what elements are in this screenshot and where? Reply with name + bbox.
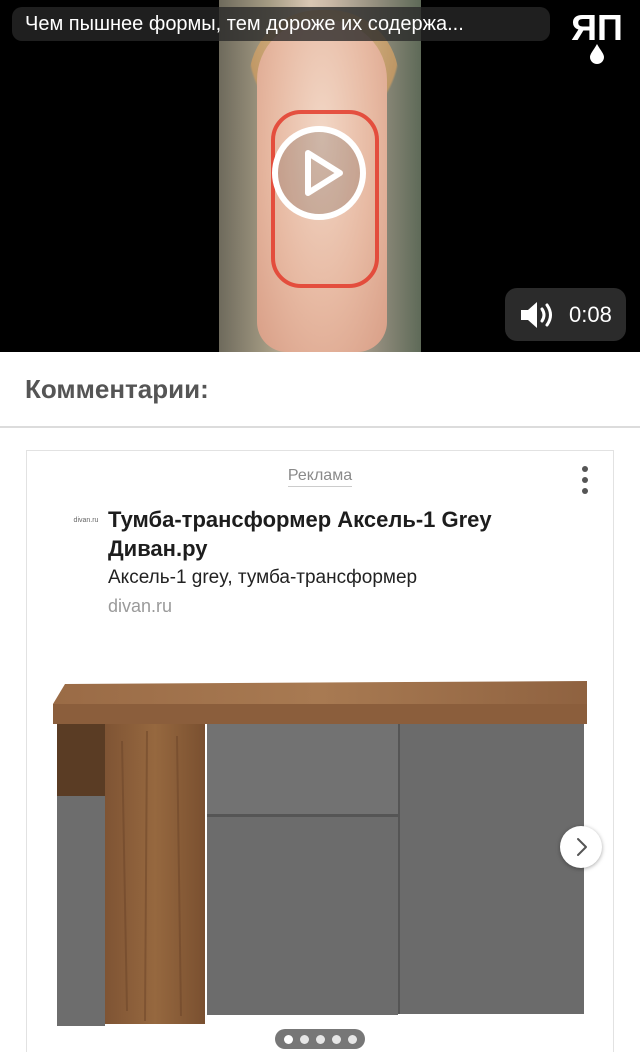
comments-section: Комментарии: <box>0 352 640 428</box>
carousel-dot[interactable] <box>332 1035 341 1044</box>
advertiser-favicon: divan.ru <box>72 511 100 531</box>
carousel-next-button[interactable] <box>560 826 602 868</box>
video-duration: 0:08 <box>569 302 612 327</box>
carousel-dot[interactable] <box>348 1035 357 1044</box>
carousel-dot[interactable] <box>300 1035 309 1044</box>
video-player[interactable]: Чем пышнее формы, тем дороже их содержа.… <box>0 0 640 352</box>
product-image[interactable] <box>27 631 613 1051</box>
sound-duration-control[interactable]: 0:08 <box>505 288 626 341</box>
logo-text: ЯП <box>571 7 623 48</box>
carousel-pagination <box>275 1029 365 1049</box>
more-options-icon[interactable] <box>578 463 592 497</box>
site-logo[interactable]: ЯП <box>564 6 630 64</box>
ad-label: Реклама <box>27 467 613 487</box>
ad-domain[interactable]: divan.ru <box>108 596 172 617</box>
ad-title[interactable]: Тумба-трансформер Аксель-1 Grey Диван.ру <box>108 505 568 563</box>
carousel-dot[interactable] <box>316 1035 325 1044</box>
comments-heading: Комментарии: <box>25 374 209 404</box>
carousel-dot[interactable] <box>284 1035 293 1044</box>
play-icon[interactable] <box>270 124 368 222</box>
speaker-icon[interactable] <box>519 299 555 331</box>
video-title[interactable]: Чем пышнее формы, тем дороже их содержа.… <box>12 7 550 41</box>
ad-card[interactable]: Реклама divan.ru Тумба-трансформер Аксел… <box>26 450 614 1052</box>
ad-subtitle[interactable]: Аксель-1 grey, тумба-трансформер <box>108 567 417 589</box>
